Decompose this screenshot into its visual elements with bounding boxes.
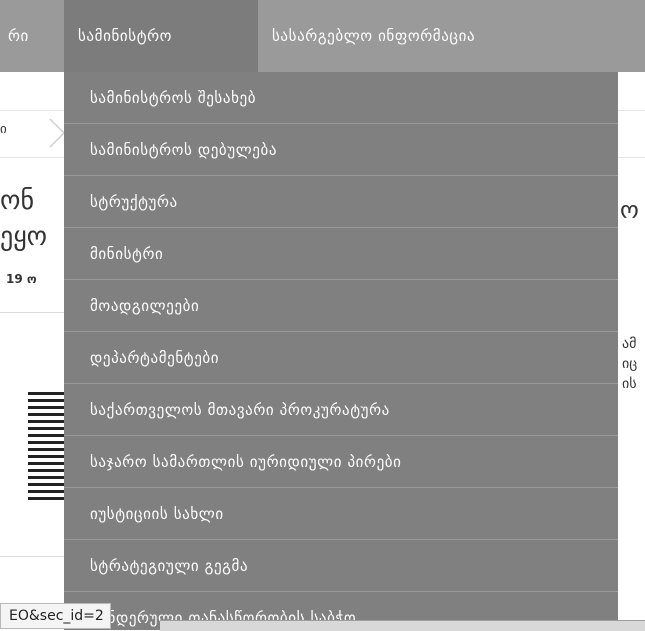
- menu-item-legal-entities[interactable]: საჯარო სამართლის იურიდიული პირები: [64, 436, 618, 488]
- divider: [0, 556, 64, 557]
- right-text-fragment-3: ის: [622, 376, 637, 392]
- menu-item-minister[interactable]: მინისტრი: [64, 228, 618, 280]
- right-text-fragment-2: იც: [622, 356, 638, 372]
- nav-item-useful-info[interactable]: სასარგებლო ინფორმაცია: [272, 0, 475, 72]
- menu-item-ministry-statute[interactable]: სამინისტროს დებულება: [64, 124, 618, 176]
- article-date-fragment: 19 ო: [6, 272, 37, 286]
- taskbar-strip: [160, 620, 645, 631]
- right-heading-fragment: ო: [620, 196, 639, 224]
- article-title-fragment-1: ონ: [0, 186, 35, 216]
- image-thumbnail-fragment: [28, 392, 64, 502]
- menu-item-strategic-plan[interactable]: სტრატეგიული გეგმა: [64, 540, 618, 592]
- menu-item-about-ministry[interactable]: სამინისტროს შესახებ: [64, 72, 618, 124]
- ministry-dropdown-menu: სამინისტროს შესახებ სამინისტროს დებულება…: [64, 72, 618, 630]
- menu-item-departments[interactable]: დეპარტამენტები: [64, 332, 618, 384]
- top-navigation: რი სამინისტრო სასარგებლო ინფორმაცია: [0, 0, 645, 72]
- nav-item-ministry[interactable]: სამინისტრო: [64, 0, 258, 72]
- nav-item-partial[interactable]: რი: [8, 0, 29, 72]
- menu-item-prosecutors-office[interactable]: საქართველოს მთავარი პროკურატურა: [64, 384, 618, 436]
- menu-item-structure[interactable]: სტრუქტურა: [64, 176, 618, 228]
- menu-item-deputies[interactable]: მოადგილეები: [64, 280, 618, 332]
- breadcrumb-fragment[interactable]: ი: [0, 122, 7, 137]
- status-bar-url: EO&sec_id=2: [0, 603, 111, 629]
- divider: [0, 312, 64, 313]
- article-title-fragment-2: ეყო: [0, 222, 48, 252]
- menu-item-justice-house[interactable]: იუსტიციის სახლი: [64, 488, 618, 540]
- right-text-fragment-1: ამ: [622, 336, 637, 352]
